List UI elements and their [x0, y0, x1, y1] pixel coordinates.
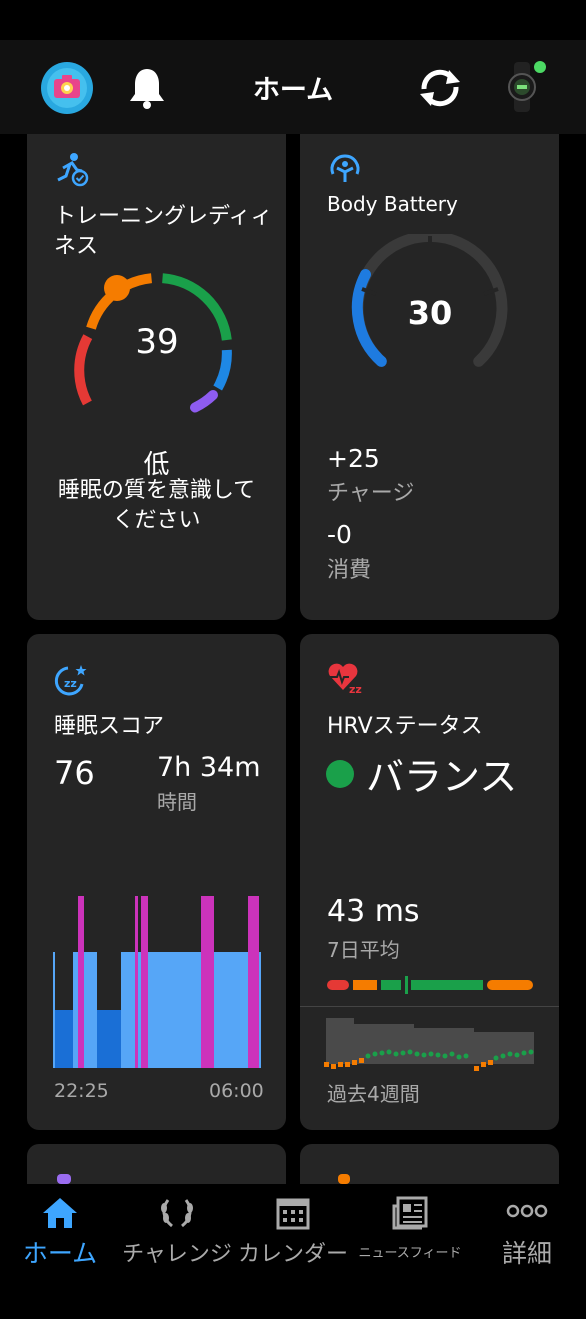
card-title: Body Battery: [327, 192, 458, 216]
more-icon: [506, 1204, 548, 1218]
sync-icon[interactable]: [416, 65, 464, 111]
drain-label: 消費: [327, 558, 372, 583]
notification-bell-icon[interactable]: [128, 66, 166, 110]
body-battery-icon: [330, 154, 360, 182]
nav-label-newsfeed: ニュースフィード: [358, 1246, 462, 1261]
sleep-icon: zz: [54, 665, 87, 696]
card-title-line2: ネス: [54, 234, 99, 259]
newsfeed-icon: [392, 1196, 428, 1230]
hrv-history-chart: [324, 1018, 534, 1071]
dashboard-content: トレーニングレディィ ネス 39 低 睡眠の質を意識して ください Body B…: [0, 134, 586, 1184]
sleep-score-value: 76: [54, 754, 95, 792]
hrv-status-dot: [326, 760, 354, 788]
nav-item-newsfeed[interactable]: ニュースフィード: [352, 1184, 468, 1284]
charge-label: チャージ: [327, 481, 415, 506]
calendar-icon: [276, 1198, 310, 1230]
page-title: ホーム: [252, 75, 334, 106]
laurel-icon: [161, 1199, 193, 1228]
nav-item-calendar[interactable]: カレンダー: [236, 1184, 350, 1284]
hrv-average-value: 43 ms: [327, 894, 420, 929]
partial-card-left[interactable]: [27, 1144, 286, 1184]
readiness-score: 39: [135, 322, 179, 362]
nav-label-more: 詳細: [501, 1239, 552, 1268]
bottom-navigation: ホーム チャレンジ カレンダー ニュースフィード 詳細: [0, 1184, 586, 1319]
training-readiness-icon: [57, 153, 89, 187]
hrv-status-card[interactable]: zz HRVステータス バランス 43 ms 7日平均 過去4週間: [300, 634, 559, 1130]
sleep-end-time: 06:00: [209, 1080, 264, 1102]
readiness-message-line2: ください: [112, 508, 201, 533]
avatar[interactable]: [40, 61, 94, 115]
sleep-duration: 7h 34m: [157, 752, 261, 783]
body-battery-card[interactable]: Body Battery 30 +25 チャージ -0 消費: [300, 134, 559, 620]
body-battery-value: 30: [407, 294, 453, 332]
hrv-history-label: 過去4週間: [327, 1082, 420, 1106]
drain-value: -0: [327, 520, 352, 549]
status-bar: [0, 0, 586, 40]
partial-card-icon: [57, 1174, 71, 1184]
hrv-range-bar: [327, 976, 533, 994]
sleep-stages-chart: [53, 896, 261, 1068]
nav-label-challenges: チャレンジ: [122, 1242, 232, 1267]
partial-card-right[interactable]: [300, 1144, 559, 1184]
watch-device-icon[interactable]: [502, 58, 552, 116]
hrv-heart-icon: zz: [328, 663, 362, 696]
home-icon: [43, 1198, 77, 1228]
nav-item-more[interactable]: 詳細: [474, 1184, 580, 1284]
training-readiness-card[interactable]: トレーニングレディィ ネス 39 低 睡眠の質を意識して ください: [27, 134, 286, 620]
sleep-duration-label: 時間: [157, 790, 197, 814]
camera-avatar-icon: [41, 62, 93, 114]
card-title: 睡眠スコア: [54, 714, 165, 739]
svg-text:zz: zz: [349, 683, 362, 696]
sleep-score-card[interactable]: zz 睡眠スコア 76 7h 34m 時間 22:25 06:00: [27, 634, 286, 1130]
nav-item-home[interactable]: ホーム: [10, 1184, 110, 1284]
svg-text:zz: zz: [64, 677, 77, 690]
nav-label-home: ホーム: [22, 1239, 98, 1268]
readiness-message: 睡眠の質を意識して: [57, 478, 256, 503]
partial-card-icon: [338, 1174, 350, 1184]
charge-value: +25: [327, 444, 380, 473]
top-app-bar: ホーム: [0, 40, 586, 134]
card-title: HRVステータス: [327, 714, 483, 739]
card-title: トレーニングレディィ: [54, 204, 273, 229]
nav-item-challenges[interactable]: チャレンジ: [118, 1184, 236, 1284]
hrv-status-text: バランス: [366, 755, 518, 799]
divider: [300, 1006, 559, 1007]
hrv-average-label: 7日平均: [327, 938, 400, 962]
nav-label-calendar: カレンダー: [237, 1242, 348, 1267]
sleep-start-time: 22:25: [54, 1080, 109, 1102]
